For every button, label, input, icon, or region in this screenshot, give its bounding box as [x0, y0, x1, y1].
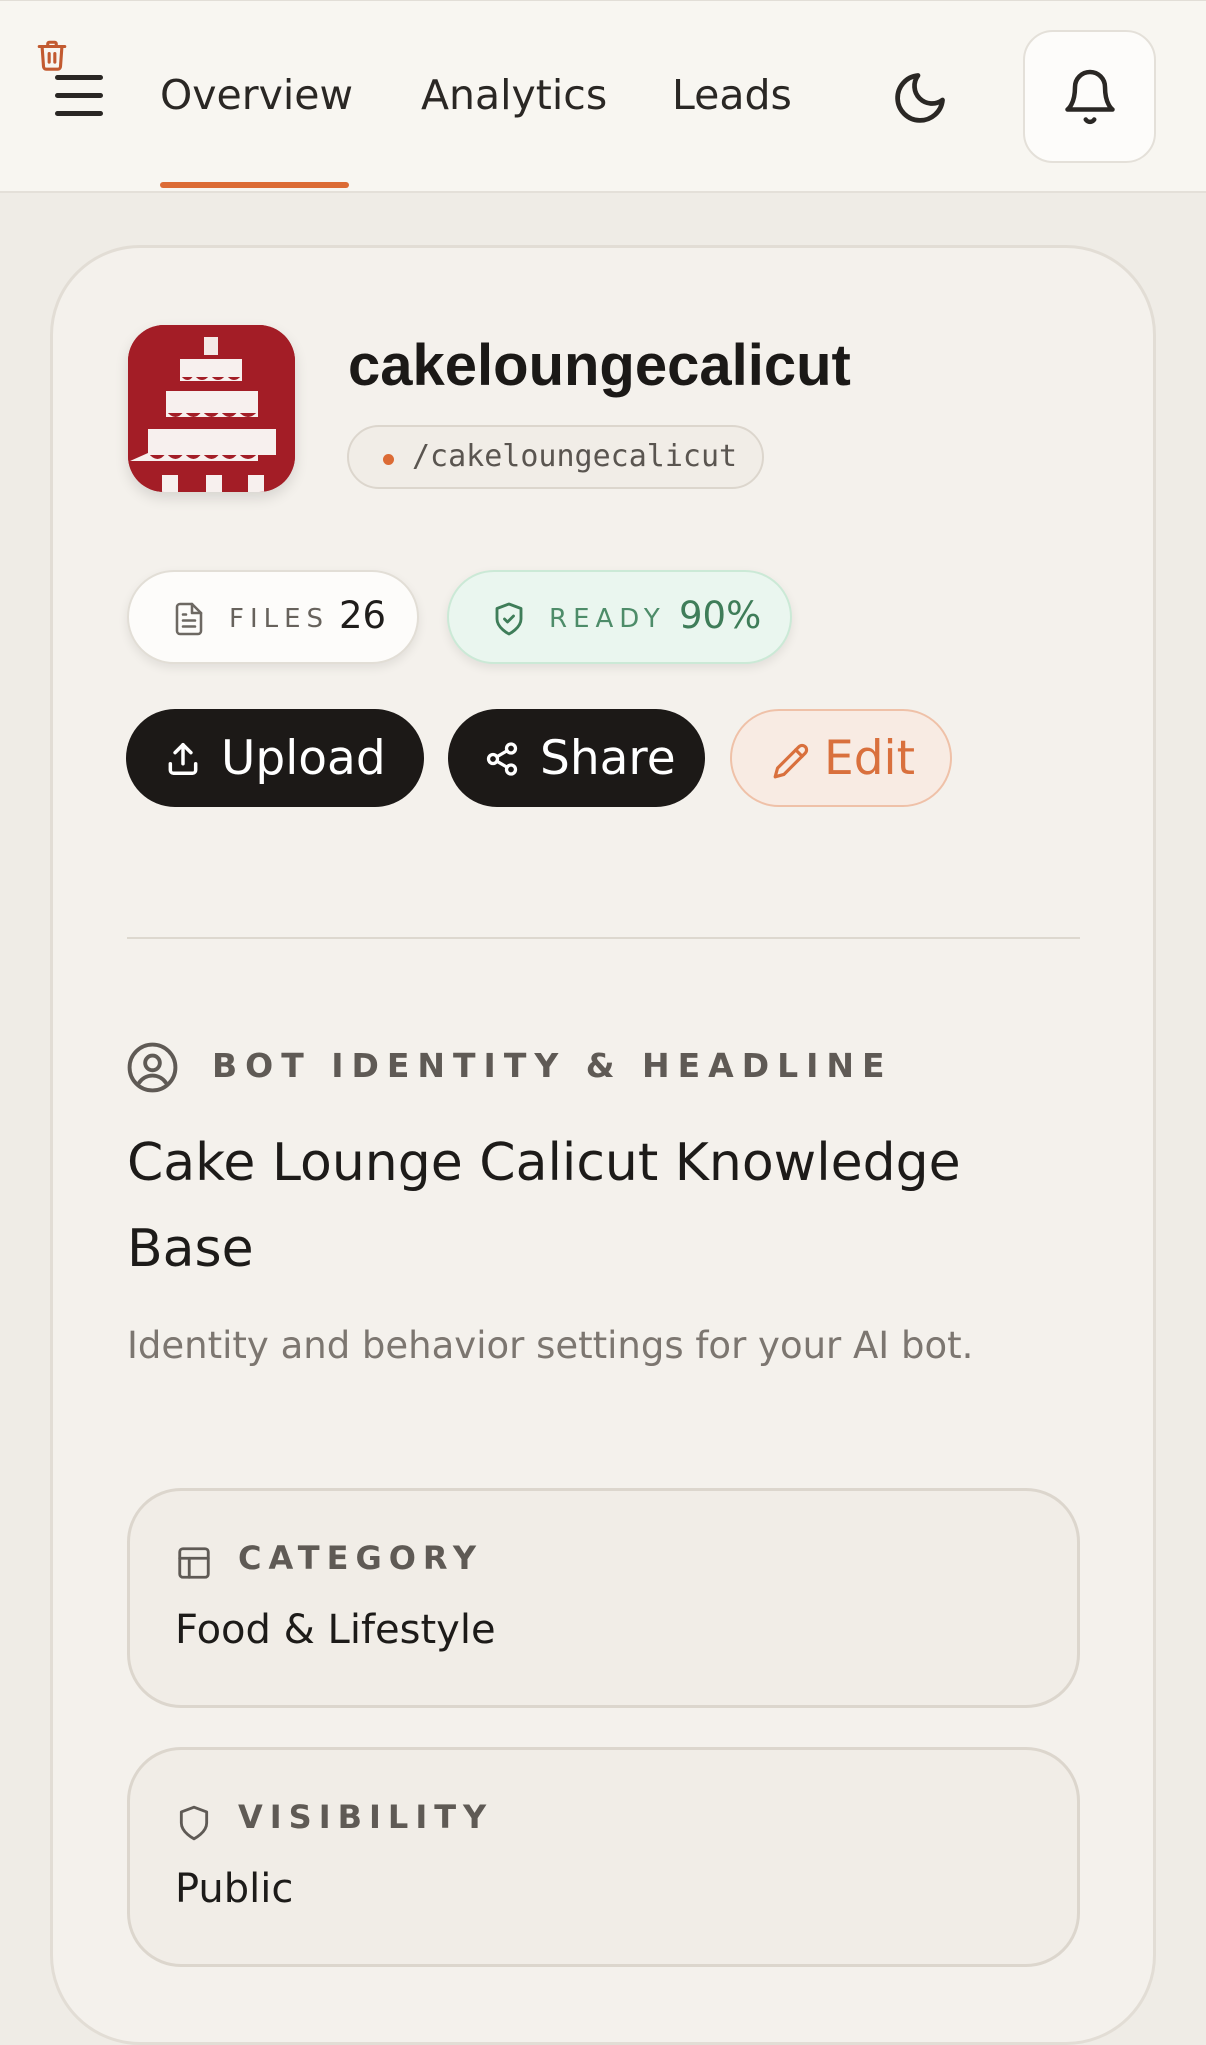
pencil-icon [773, 743, 809, 779]
upload-label: Upload [221, 731, 386, 786]
status-dot [383, 454, 394, 465]
category-label: CATEGORY [238, 1539, 483, 1577]
share-icon [486, 742, 518, 776]
cake-logo [128, 325, 295, 492]
section-description: Identity and behavior settings for your … [127, 1324, 974, 1367]
category-field[interactable]: CATEGORY Food & Lifestyle [127, 1488, 1080, 1708]
active-tab-indicator [160, 182, 349, 188]
ready-percent: 90% [679, 594, 762, 637]
section-divider [127, 937, 1080, 939]
trash-icon [37, 40, 67, 71]
document-icon [175, 602, 203, 636]
visibility-value: Public [175, 1866, 294, 1912]
bot-headline: Cake Lounge Calicut Knowledge Base [127, 1133, 961, 1279]
layout-icon [178, 1547, 210, 1579]
hamburger-menu-icon[interactable] [55, 73, 105, 119]
handle-text: /cakeloungecalicut [412, 439, 738, 474]
files-count: 26 [339, 594, 387, 637]
visibility-field[interactable]: VISIBILITY Public [127, 1747, 1080, 1967]
shield-check-icon [495, 602, 523, 636]
shield-icon [179, 1805, 209, 1841]
ready-label: READY [549, 604, 666, 634]
tab-overview[interactable]: Overview [160, 71, 353, 119]
notifications-button[interactable] [1023, 30, 1156, 163]
tab-analytics[interactable]: Analytics [421, 71, 607, 119]
moon-icon[interactable] [890, 68, 950, 128]
section-title: BOT IDENTITY & HEADLINE [212, 1046, 893, 1085]
bell-icon [1065, 69, 1115, 125]
handle-badge: /cakeloungecalicut [347, 425, 764, 489]
ready-stat-chip: READY 90% [447, 570, 792, 664]
category-value: Food & Lifestyle [175, 1607, 496, 1653]
tab-leads[interactable]: Leads [672, 71, 792, 119]
share-label: Share [540, 731, 676, 786]
upload-button[interactable]: Upload [126, 709, 424, 807]
edit-label: Edit [824, 731, 916, 786]
share-button[interactable]: Share [448, 709, 705, 807]
edit-button[interactable]: Edit [730, 709, 952, 807]
bot-name: cakeloungecalicut [348, 333, 851, 398]
upload-icon [168, 743, 198, 775]
files-stat-chip: FILES 26 [127, 570, 419, 664]
files-label: FILES [229, 604, 330, 634]
user-circle-icon [127, 1042, 178, 1093]
visibility-label: VISIBILITY [238, 1798, 494, 1836]
top-nav-bar: Overview Analytics Leads [0, 0, 1206, 193]
